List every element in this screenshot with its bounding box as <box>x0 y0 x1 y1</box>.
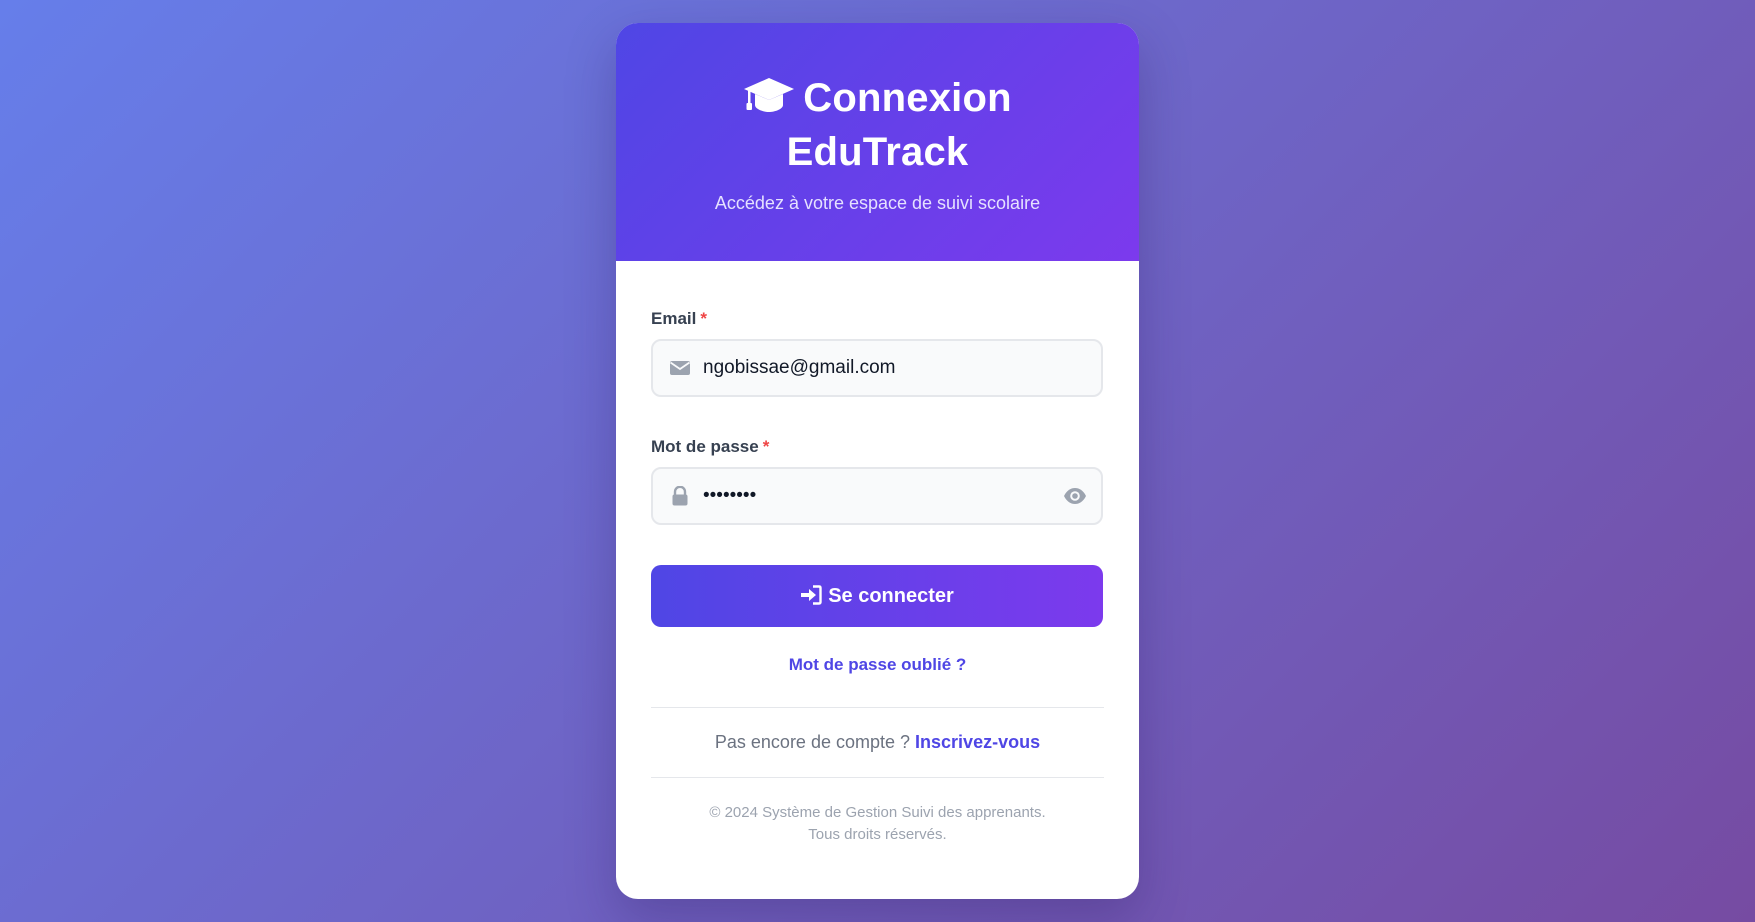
register-link[interactable]: Inscrivez-vous <box>915 732 1040 752</box>
envelope-icon <box>669 361 691 375</box>
page-subtitle: Accédez à votre espace de suivi scolaire <box>714 193 1041 213</box>
email-label-text: Email <box>651 309 697 328</box>
password-label-text: Mot de passe <box>651 437 759 456</box>
password-field-wrapper <box>651 467 1103 525</box>
password-field[interactable] <box>703 469 1043 523</box>
page-title: Connexion EduTrack <box>616 71 1139 179</box>
login-button-label: Se connecter <box>828 585 954 607</box>
register-row: Pas encore de compte ? Inscrivez-vous <box>651 708 1104 777</box>
email-field[interactable] <box>703 341 1043 395</box>
email-field-wrapper <box>651 339 1103 397</box>
card-body: Email* Mot de passe* <box>616 261 1139 846</box>
forgot-password-row: Mot de passe oublié ? <box>651 655 1104 677</box>
footer-rights: Tous droits réservés. <box>808 826 947 843</box>
footer-copyright: © 2024 Système de Gestion Suivi des appr… <box>709 804 1046 821</box>
graduation-cap-icon <box>744 78 795 112</box>
required-marker: * <box>762 437 770 456</box>
title-line-2: EduTrack <box>786 130 969 174</box>
title-line-1: Connexion <box>616 71 1139 125</box>
password-group: Mot de passe * <box>651 437 1104 525</box>
login-button[interactable]: Se connecter <box>651 565 1103 627</box>
footer: © 2024 Système de Gestion Suivi des appr… <box>651 778 1104 846</box>
email-label: Email * <box>651 309 1104 329</box>
forgot-password-link[interactable]: Mot de passe oublié ? <box>789 655 967 674</box>
email-group: Email * <box>651 309 1104 397</box>
required-marker: * <box>700 309 707 328</box>
eye-icon[interactable] <box>1063 486 1087 506</box>
lock-icon <box>672 486 688 506</box>
login-card: Connexion EduTrack Accédez à votre espac… <box>616 23 1139 899</box>
sign-in-icon <box>801 585 822 605</box>
password-label: Mot de passe * <box>651 437 1104 457</box>
card-header: Connexion EduTrack Accédez à votre espac… <box>616 23 1139 261</box>
register-prompt: Pas encore de compte ? <box>714 732 911 752</box>
title-text-1: Connexion <box>803 76 1012 120</box>
